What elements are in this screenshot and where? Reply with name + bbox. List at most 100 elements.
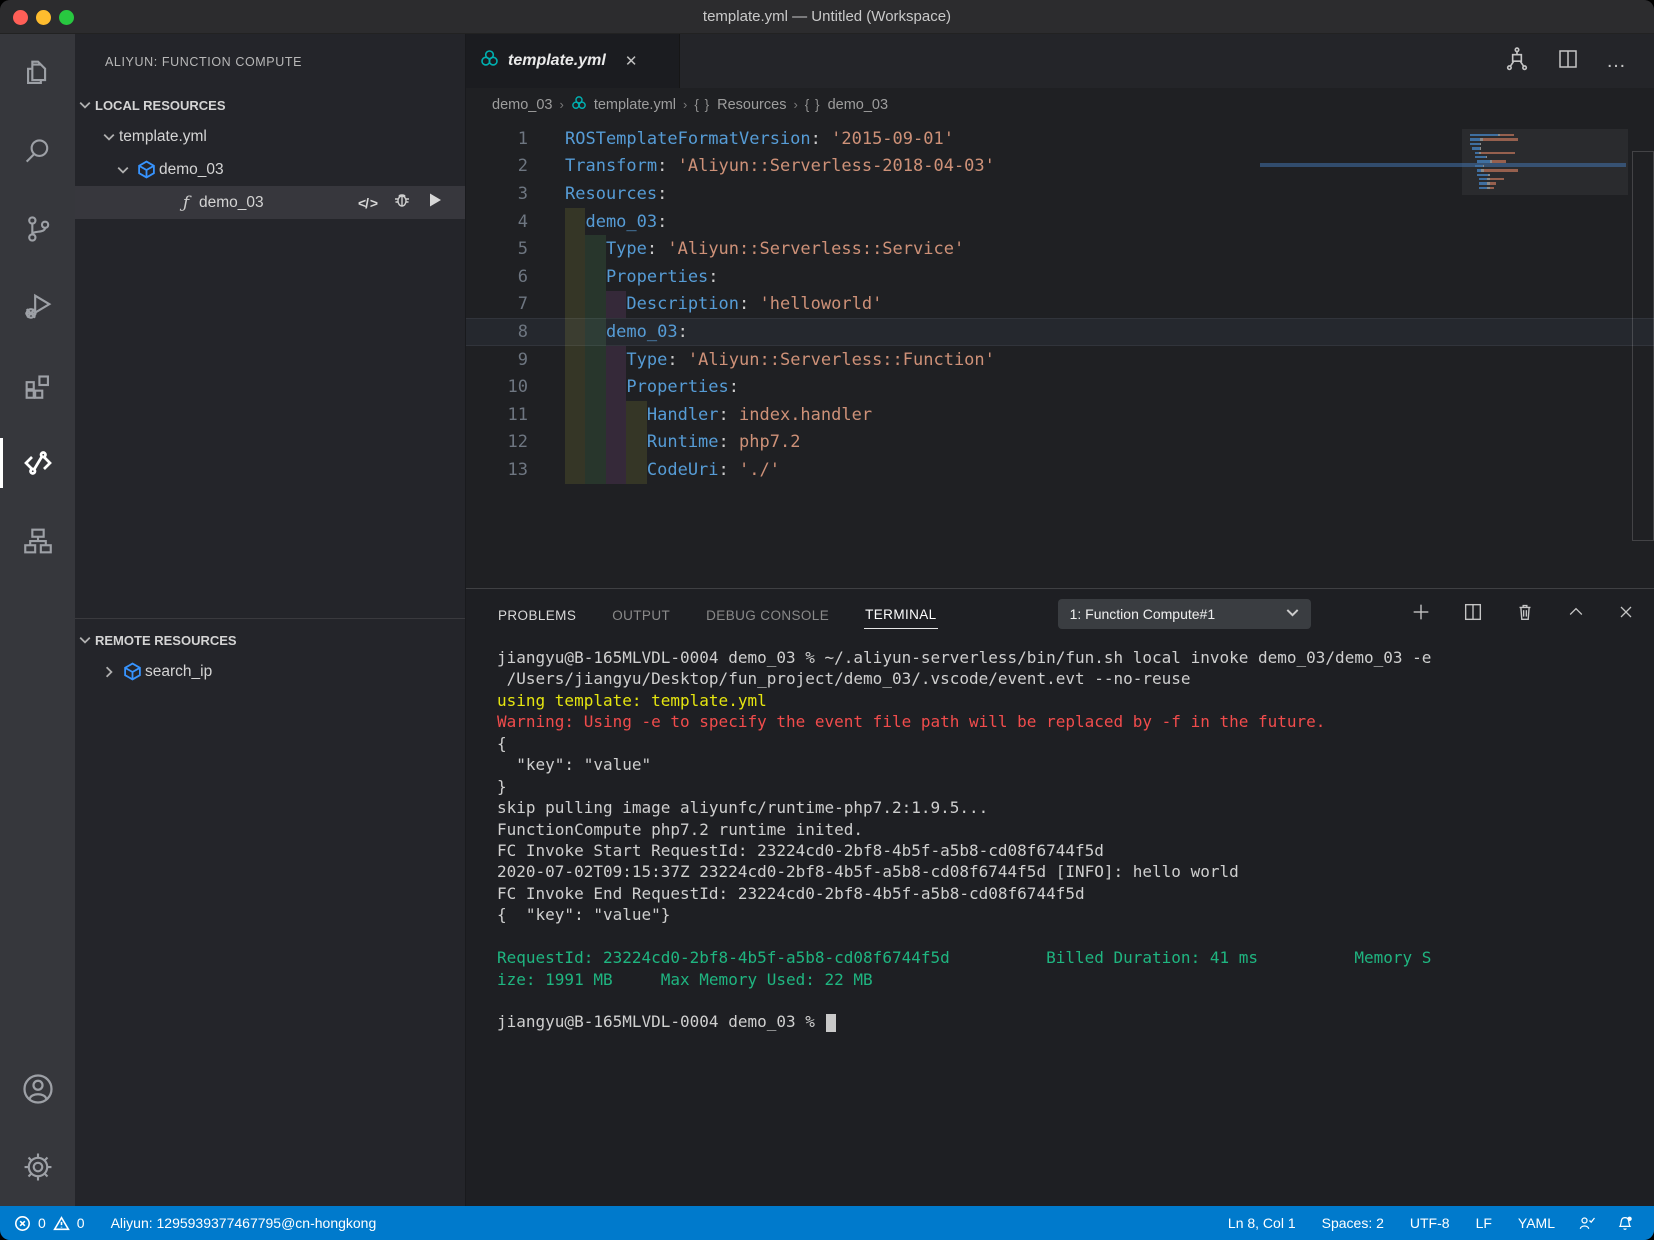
- remote-resources-header[interactable]: REMOTE RESOURCES: [75, 625, 465, 655]
- code-text: Runtime: php7.2: [565, 428, 800, 457]
- chevron-right-icon: [99, 666, 119, 678]
- close-panel-icon[interactable]: [1616, 602, 1636, 627]
- local-resources-header[interactable]: LOCAL RESOURCES: [75, 90, 465, 120]
- breadcrumb-item[interactable]: demo_03: [492, 97, 552, 113]
- terminal-line: /Users/jiangyu/Desktop/fun_project/demo_…: [497, 669, 1191, 689]
- code-line-13[interactable]: 13 CodeUri: './': [466, 456, 1654, 484]
- terminal-output[interactable]: jiangyu@B-165MLVDL-0004 demo_03 % ~/.ali…: [466, 639, 1654, 1206]
- code-text: Transform: 'Aliyun::Serverless-2018-04-0…: [565, 156, 995, 177]
- chevron-down-icon: [1286, 606, 1299, 622]
- code-line-6[interactable]: 6 Properties:: [466, 262, 1654, 291]
- breadcrumb-item[interactable]: template.yml: [594, 97, 676, 113]
- breadcrumb-item[interactable]: Resources: [717, 97, 786, 113]
- code-text: Resources:: [565, 183, 668, 204]
- chevron-down-icon: [75, 99, 95, 111]
- activity-bar: [0, 34, 75, 1206]
- aliyun-file-icon: [480, 49, 499, 73]
- aliyun-serverless-icon[interactable]: [0, 424, 75, 502]
- status-item-cursor-position[interactable]: Ln 8, Col 1: [1215, 1215, 1309, 1231]
- code-line-4[interactable]: 4 demo_03:: [466, 207, 1654, 236]
- new-terminal-icon[interactable]: [1410, 601, 1432, 628]
- line-number: 5: [517, 239, 528, 260]
- tree-row-search_ip[interactable]: search_ip: [75, 655, 465, 688]
- run-function-icon[interactable]: [427, 192, 443, 213]
- sidebar-title: ALIYUN: FUNCTION COMPUTE: [105, 55, 303, 69]
- panel-tab-terminal[interactable]: TERMINAL: [864, 599, 938, 629]
- line-number: 13: [507, 459, 528, 480]
- local-resources-section: LOCAL RESOURCES template.yml demo_03 ƒ demo…: [75, 90, 465, 219]
- resource-deploy-icon[interactable]: [0, 502, 75, 580]
- terminal-line: "key": "value": [497, 755, 652, 775]
- tab-template-yml[interactable]: template.yml ✕: [466, 34, 680, 88]
- problems-status[interactable]: 0 0: [14, 1215, 85, 1232]
- status-item-indentation[interactable]: Spaces: 2: [1309, 1215, 1397, 1231]
- tab-close-icon[interactable]: ✕: [625, 52, 638, 70]
- line-number: 9: [517, 349, 528, 370]
- terminal-line: jiangyu@B-165MLVDL-0004 demo_03 %: [497, 1011, 1654, 1032]
- tree-row-label: demo_03: [199, 193, 264, 211]
- status-item-language-mode[interactable]: YAML: [1505, 1215, 1568, 1231]
- terminal-selector-dropdown[interactable]: 1: Function Compute#1: [1057, 599, 1311, 629]
- run-debug-icon[interactable]: [0, 268, 75, 346]
- extensions-icon[interactable]: [0, 346, 75, 424]
- minimap[interactable]: [1260, 129, 1628, 195]
- bottom-panel: PROBLEMS OUTPUT DEBUG CONSOLE TERMINAL 1: F…: [466, 588, 1654, 1206]
- chevron-down-icon: [113, 164, 133, 176]
- panel-tab-output[interactable]: OUTPUT: [611, 600, 671, 629]
- source-control-icon[interactable]: [0, 190, 75, 268]
- account-icon[interactable]: [0, 1050, 75, 1128]
- code-line-8[interactable]: 8 demo_03:: [466, 318, 1654, 346]
- code-line-5[interactable]: 5 Type: 'Aliyun::Serverless::Service': [466, 235, 1654, 263]
- settings-gear-icon[interactable]: [0, 1128, 75, 1206]
- aliyun-account-status[interactable]: Aliyun: 1295939377467795@cn-hongkong: [111, 1215, 377, 1231]
- code-text: ROSTemplateFormatVersion: '2015-09-01': [565, 128, 954, 149]
- panel-tab-problems[interactable]: PROBLEMS: [497, 600, 577, 629]
- editor-scrollbar[interactable]: [1632, 151, 1654, 541]
- zoom-window-button[interactable]: [59, 9, 74, 25]
- search-icon[interactable]: [0, 112, 75, 190]
- line-number: 12: [507, 432, 528, 453]
- terminal-cursor: [825, 1013, 836, 1032]
- code-editor[interactable]: 1 ROSTemplateFormatVersion: '2015-09-01' 2…: [466, 121, 1654, 588]
- view-code-icon[interactable]: </ >: [358, 195, 378, 211]
- code-line-7[interactable]: 7 Description: 'helloworld': [466, 290, 1654, 319]
- code-line-9[interactable]: 9 Type: 'Aliyun::Serverless::Function': [466, 345, 1654, 374]
- terminal-line: jiangyu@B-165MLVDL-0004 demo_03 % ~/.ali…: [497, 648, 1432, 667]
- braces-icon: { }: [804, 97, 821, 112]
- close-window-button[interactable]: [13, 9, 28, 25]
- remote-resources-tree: search_ip: [75, 655, 465, 688]
- code-text: Properties:: [565, 373, 739, 401]
- code-line-11[interactable]: 11 Handler: index.handler: [466, 400, 1654, 429]
- explorer-icon[interactable]: [0, 34, 75, 112]
- error-count: 0: [38, 1215, 46, 1231]
- feedback-icon[interactable]: [1568, 1213, 1606, 1233]
- tree-row-demo_03[interactable]: demo_03: [75, 153, 465, 186]
- terminal-line: { "key": "value"}: [497, 905, 671, 925]
- resource-graph-icon[interactable]: [1504, 46, 1530, 77]
- breadcrumb-item[interactable]: demo_03: [828, 97, 888, 113]
- more-actions-icon[interactable]: …: [1606, 50, 1628, 73]
- split-editor-icon[interactable]: [1556, 47, 1580, 76]
- window-title: template.yml — Untitled (Workspace): [702, 8, 952, 25]
- status-item-eol[interactable]: LF: [1463, 1215, 1505, 1231]
- maximize-panel-icon[interactable]: [1566, 602, 1586, 627]
- tree-row-template.yml[interactable]: template.yml: [75, 120, 465, 153]
- status-item-encoding[interactable]: UTF-8: [1397, 1215, 1463, 1231]
- code-text: Properties:: [565, 262, 719, 291]
- split-terminal-icon[interactable]: [1462, 601, 1484, 628]
- aliyun-file-icon: [571, 95, 587, 115]
- terminal-line: Warning: Using -e to specify the event f…: [497, 712, 1326, 732]
- terminal-line: FunctionCompute php7.2 runtime inited.: [497, 819, 864, 839]
- tree-row-demo_03[interactable]: ƒ demo_03 </ >: [75, 186, 465, 219]
- chevron-down-icon: [99, 131, 119, 143]
- kill-terminal-icon[interactable]: [1514, 601, 1536, 628]
- notifications-bell-icon[interactable]: [1606, 1213, 1644, 1233]
- debug-function-icon[interactable]: [393, 191, 411, 214]
- panel-tab-debug-console[interactable]: DEBUG CONSOLE: [705, 600, 830, 629]
- code-line-10[interactable]: 10 Properties:: [466, 373, 1654, 401]
- local-resources-tree: template.yml demo_03 ƒ demo_03 </ >: [75, 120, 465, 219]
- code-line-12[interactable]: 12 Runtime: php7.2: [466, 428, 1654, 457]
- minimize-window-button[interactable]: [36, 9, 51, 25]
